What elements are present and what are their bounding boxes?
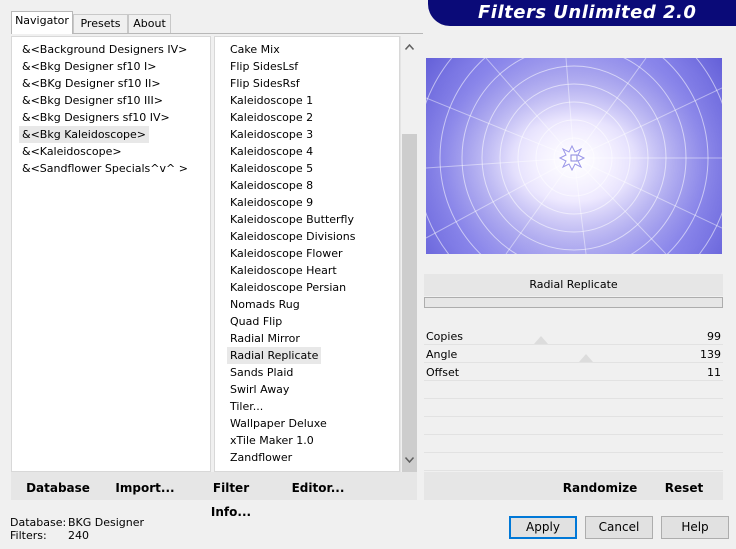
param-row-copies[interactable]: Copies 99 <box>424 328 723 345</box>
list-item-filter[interactable]: Swirl Away <box>227 381 292 398</box>
param-value: 139 <box>700 348 721 361</box>
list-item-filter-selected[interactable]: Radial Replicate <box>227 347 322 364</box>
status-database-label: Database: <box>10 516 67 529</box>
list-item-category[interactable]: &<Bkg Designer sf10 I> <box>19 58 160 75</box>
slider-thumb[interactable] <box>534 336 548 344</box>
chevron-up-icon[interactable] <box>401 39 418 56</box>
param-label: Angle <box>426 348 458 361</box>
database-button[interactable]: Database <box>25 476 91 500</box>
list-item-filter[interactable]: Kaleidoscope Butterfly <box>227 211 357 228</box>
help-button[interactable]: Help <box>661 516 729 539</box>
list-item-category[interactable]: &<Bkg Designer sf10 III> <box>19 92 166 109</box>
filter-info-button[interactable]: Filter Info... <box>194 476 268 519</box>
list-item-filter[interactable]: Flip SidesLsf <box>227 58 301 75</box>
cancel-button[interactable]: Cancel <box>585 516 653 539</box>
list-item-category[interactable]: &<Bkg Designers sf10 IV> <box>19 109 173 126</box>
list-item-filter[interactable]: Wallpaper Deluxe <box>227 415 330 432</box>
filter-list-scrollbar[interactable] <box>400 36 418 490</box>
list-item-filter[interactable]: xTile Maker 1.0 <box>227 432 317 449</box>
list-item-category[interactable]: &<Sandflower Specials^v^ > <box>19 160 191 177</box>
list-item-filter[interactable]: Kaleidoscope 3 <box>227 126 316 143</box>
param-value: 99 <box>707 330 721 343</box>
scrollbar-thumb[interactable] <box>402 134 417 490</box>
list-item-category[interactable]: &<BKg Designer sf10 II> <box>19 75 164 92</box>
list-item-category-selected[interactable]: &<Bkg Kaleidoscope> <box>19 126 150 143</box>
list-item-filter[interactable]: Kaleidoscope 1 <box>227 92 316 109</box>
status-filters-label: Filters: <box>10 529 47 542</box>
list-item-filter[interactable]: Radial Mirror <box>227 330 303 347</box>
empty-param-row <box>424 382 723 399</box>
list-item-filter[interactable]: Quad Flip <box>227 313 285 330</box>
list-item-filter[interactable]: Kaleidoscope 5 <box>227 160 316 177</box>
list-item-filter[interactable]: Cake Mix <box>227 41 283 58</box>
category-list[interactable]: &<Background Designers IV> &<Bkg Designe… <box>11 36 211 472</box>
status-database-value: BKG Designer <box>68 516 145 529</box>
list-item-filter[interactable]: Kaleidoscope Heart <box>227 262 340 279</box>
param-value: 11 <box>707 366 721 379</box>
randomize-button[interactable]: Randomize <box>562 476 638 500</box>
list-item-filter[interactable]: Zandflower <box>227 449 295 466</box>
reset-button[interactable]: Reset <box>660 476 708 500</box>
list-item-category[interactable]: &<Kaleidoscope> <box>19 143 125 160</box>
empty-param-row <box>424 418 723 435</box>
list-item-filter[interactable]: Kaleidoscope 4 <box>227 143 316 160</box>
param-row-angle[interactable]: Angle 139 <box>424 346 723 363</box>
tab-presets[interactable]: Presets <box>73 14 128 34</box>
empty-param-row <box>424 454 723 471</box>
chevron-down-icon[interactable] <box>401 452 418 469</box>
param-label: Offset <box>426 366 460 379</box>
list-item-filter[interactable]: Kaleidoscope 2 <box>227 109 316 126</box>
tab-about[interactable]: About <box>128 14 171 34</box>
filter-list[interactable]: Cake Mix Flip SidesLsf Flip SidesRsf Kal… <box>214 36 400 472</box>
progress-bar <box>424 297 723 308</box>
slider-thumb[interactable] <box>579 354 593 362</box>
list-item-filter[interactable]: Kaleidoscope 9 <box>227 194 316 211</box>
editor-button[interactable]: Editor... <box>290 476 346 500</box>
empty-param-row <box>424 436 723 453</box>
list-item-filter[interactable]: Kaleidoscope Persian <box>227 279 349 296</box>
list-item-filter[interactable]: Kaleidoscope 8 <box>227 177 316 194</box>
list-item-filter[interactable]: Nomads Rug <box>227 296 303 313</box>
list-item-filter[interactable]: Kaleidoscope Flower <box>227 245 346 262</box>
preview-image <box>426 58 722 254</box>
list-item-category[interactable]: &<Background Designers IV> <box>19 41 190 58</box>
param-row-offset[interactable]: Offset 11 <box>424 364 723 381</box>
selected-filter-name: Radial Replicate <box>424 274 723 296</box>
list-item-filter[interactable]: Tiler... <box>227 398 266 415</box>
param-label: Copies <box>426 330 463 343</box>
tab-navigator[interactable]: Navigator <box>11 11 73 34</box>
list-item-filter[interactable]: Sands Plaid <box>227 364 296 381</box>
list-item-filter[interactable]: Kaleidoscope Divisions <box>227 228 358 245</box>
import-button[interactable]: Import... <box>113 476 177 500</box>
empty-param-row <box>424 400 723 417</box>
list-item-filter[interactable]: Flip SidesRsf <box>227 75 303 92</box>
apply-button[interactable]: Apply <box>509 516 577 539</box>
status-filters-value: 240 <box>68 529 89 542</box>
app-title: Filters Unlimited 2.0 <box>478 2 697 23</box>
